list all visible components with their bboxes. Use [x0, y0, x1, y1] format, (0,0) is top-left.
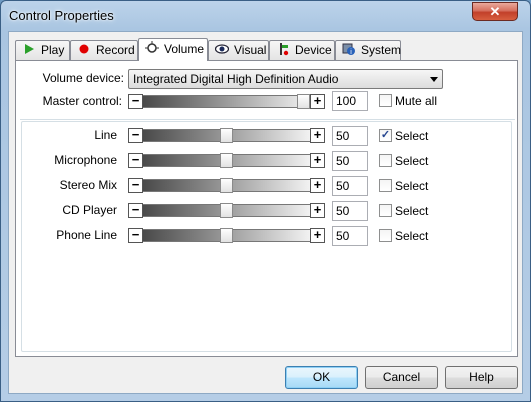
tab-visual-label: Visual — [234, 43, 267, 57]
tab-play-label: Play — [41, 43, 65, 57]
master-control-label: Master control: — [42, 94, 122, 108]
channel-value-field[interactable]: 50 — [332, 126, 368, 146]
channel-increase-button[interactable]: + — [310, 203, 325, 218]
channel-increase-button[interactable]: + — [310, 228, 325, 243]
play-icon — [25, 44, 34, 54]
title-bar[interactable]: Control Properties ✕ — [1, 1, 530, 31]
channel-select-label: Select — [395, 154, 429, 168]
channel-value-field[interactable]: 50 — [332, 176, 368, 196]
volume-device-label: Volume device: — [42, 71, 124, 85]
tab-record-label: Record — [96, 43, 135, 57]
channel-group: Line − +50 ✓ Select Microphone − +50 Select Stere… — [21, 121, 512, 352]
channel-select-label: Select — [395, 204, 429, 218]
channel-slider-thumb[interactable] — [220, 203, 233, 218]
divider — [20, 119, 515, 120]
master-increase-button[interactable]: + — [310, 94, 325, 109]
channel-select-label: Select — [395, 229, 429, 243]
help-button[interactable]: Help — [445, 366, 518, 389]
channel-select-checkbox[interactable] — [379, 179, 392, 192]
tab-device[interactable]: Device — [269, 40, 335, 60]
control-properties-window: Control Properties ✕ Play Record Volume … — [0, 0, 531, 402]
channel-increase-button[interactable]: + — [310, 128, 325, 143]
channel-label: CD Player — [62, 203, 117, 217]
channel-label: Microphone — [54, 153, 117, 167]
master-decrease-button[interactable]: − — [128, 94, 143, 109]
device-icon — [280, 43, 289, 56]
tab-play[interactable]: Play — [15, 40, 70, 60]
tab-volume-label: Volume — [164, 42, 205, 56]
record-icon — [79, 44, 89, 54]
channel-select-checkbox[interactable] — [379, 229, 392, 242]
channel-slider[interactable]: − + — [128, 203, 325, 218]
channel-decrease-button[interactable]: − — [128, 153, 143, 168]
window-title: Control Properties — [9, 8, 114, 23]
dialog-client-area: Play Record Volume Visual Device i System… — [8, 31, 523, 394]
channel-slider[interactable]: − + — [128, 228, 325, 243]
tab-record[interactable]: Record — [70, 40, 138, 60]
cancel-button[interactable]: Cancel — [365, 366, 438, 389]
channel-increase-button[interactable]: + — [310, 178, 325, 193]
channel-label: Line — [94, 128, 117, 142]
master-slider-track[interactable] — [143, 95, 310, 108]
channel-decrease-button[interactable]: − — [128, 203, 143, 218]
channel-select-label: Select — [395, 129, 429, 143]
channel-slider[interactable]: − + — [128, 153, 325, 168]
close-button[interactable]: ✕ — [472, 2, 518, 21]
channel-decrease-button[interactable]: − — [128, 128, 143, 143]
chevron-down-icon — [430, 77, 438, 82]
channel-increase-button[interactable]: + — [310, 153, 325, 168]
channel-label: Stereo Mix — [59, 178, 117, 192]
channel-value-field[interactable]: 50 — [332, 201, 368, 221]
channel-select-checkbox[interactable] — [379, 204, 392, 217]
channel-value-field[interactable]: 50 — [332, 151, 368, 171]
channel-slider[interactable]: − + — [128, 128, 325, 143]
channel-slider[interactable]: − + — [128, 178, 325, 193]
master-slider-thumb[interactable] — [297, 94, 310, 109]
volume-tab-panel: Volume device: Integrated Digital High D… — [15, 60, 518, 357]
master-slider[interactable]: − + — [128, 94, 325, 109]
channel-select-checkbox[interactable]: ✓ — [379, 129, 392, 142]
close-icon: ✕ — [489, 4, 501, 19]
system-icon: i — [342, 43, 355, 56]
channel-label: Phone Line — [56, 228, 117, 242]
tab-system-label: System — [361, 43, 402, 57]
channel-value-field[interactable]: 50 — [332, 226, 368, 246]
volume-icon — [145, 41, 159, 53]
channel-slider-thumb[interactable] — [220, 178, 233, 193]
channel-slider-thumb[interactable] — [220, 228, 233, 243]
volume-device-value: Integrated Digital High Definition Audio — [133, 72, 339, 86]
mute-all-checkbox[interactable] — [379, 94, 392, 107]
tab-system[interactable]: i System — [335, 40, 401, 60]
channel-decrease-button[interactable]: − — [128, 228, 143, 243]
channel-slider-thumb[interactable] — [220, 153, 233, 168]
channel-slider-thumb[interactable] — [220, 128, 233, 143]
tab-device-label: Device — [295, 43, 332, 57]
master-value-field[interactable]: 100 — [332, 91, 368, 111]
eye-icon — [215, 44, 229, 54]
volume-device-dropdown[interactable]: Integrated Digital High Definition Audio — [128, 69, 443, 89]
ok-button[interactable]: OK — [285, 366, 358, 389]
channel-select-label: Select — [395, 179, 429, 193]
channel-decrease-button[interactable]: − — [128, 178, 143, 193]
channel-select-checkbox[interactable] — [379, 154, 392, 167]
mute-all-label: Mute all — [395, 94, 438, 108]
tab-visual[interactable]: Visual — [208, 40, 269, 60]
tab-volume[interactable]: Volume — [138, 38, 208, 61]
